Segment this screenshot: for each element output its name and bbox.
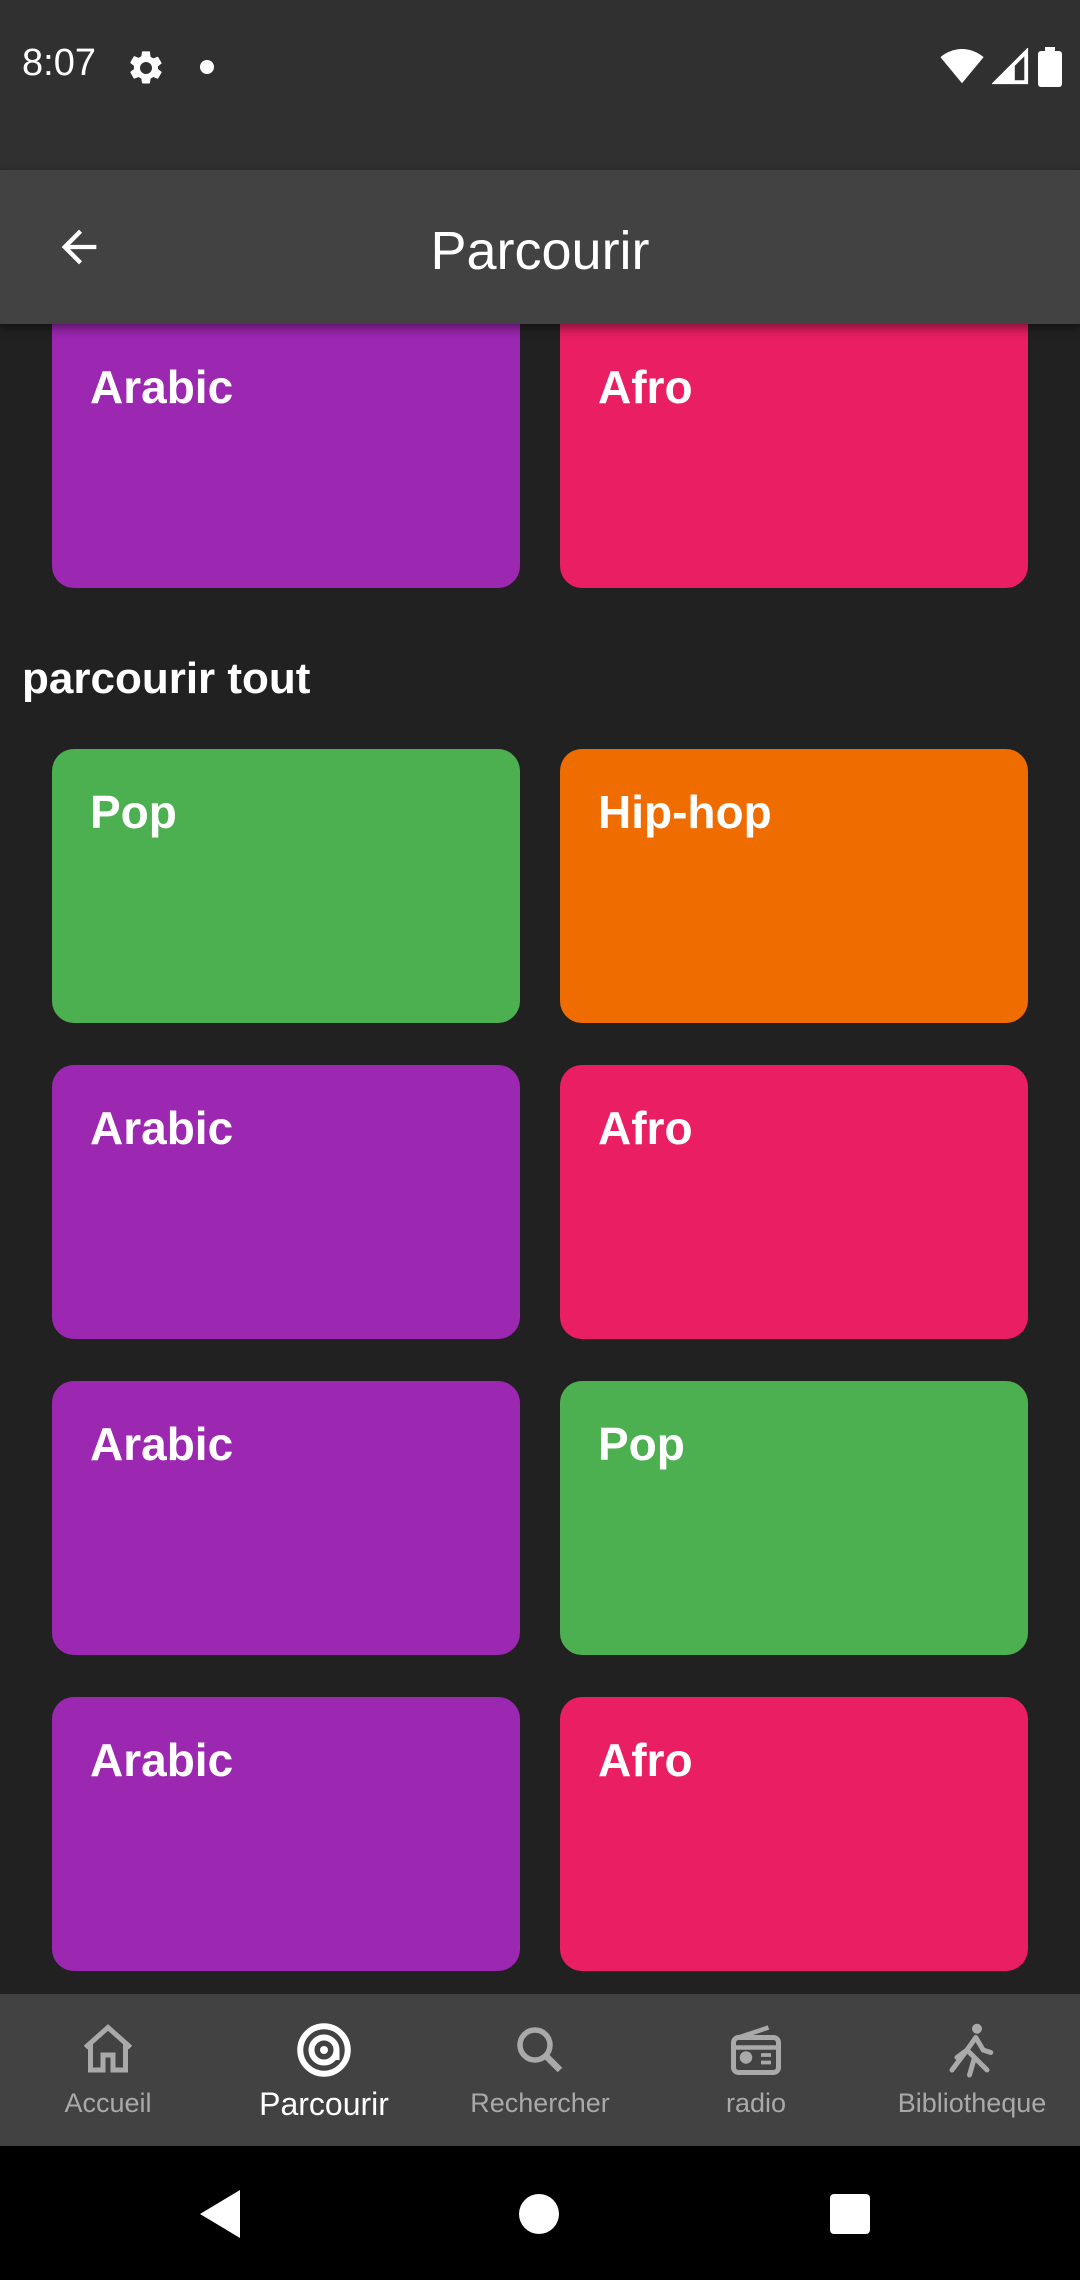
- nav-label: radio: [725, 2088, 787, 2118]
- genre-tile-label: Arabic: [90, 1102, 234, 1154]
- app-bar: Parcourir: [0, 170, 1080, 324]
- system-nav-bar: [0, 2146, 1080, 2280]
- library-icon: [949, 2023, 994, 2078]
- genre-tile-1[interactable]: Pop: [52, 749, 520, 1023]
- bottom-nav: Accueil Parcourir Rechercher radio Bibli…: [0, 1994, 1080, 2146]
- cell-signal-icon: [992, 48, 1029, 85]
- genre-tile-featured-1[interactable]: Arabic: [52, 324, 520, 588]
- wifi-icon: [940, 49, 984, 84]
- genre-tile-label: Pop: [90, 786, 177, 838]
- nav-item-parcourir[interactable]: Parcourir: [216, 1994, 432, 2146]
- genre-tile-label: Pop: [598, 1418, 685, 1470]
- genre-tile-8[interactable]: Afro: [560, 1697, 1028, 1971]
- page-title: Parcourir: [430, 221, 650, 281]
- genre-tile-label: Afro: [598, 1734, 693, 1786]
- nav-item-radio[interactable]: radio: [648, 1994, 864, 2146]
- nav-label: Bibliotheque: [897, 2088, 1047, 2118]
- nav-item-bibliotheque[interactable]: Bibliotheque: [864, 1994, 1080, 2146]
- home-icon: [83, 2024, 133, 2073]
- genre-tile-label: Hip-hop: [598, 786, 772, 838]
- nav-item-accueil[interactable]: Accueil: [0, 1994, 216, 2146]
- system-recents-icon[interactable]: [830, 2194, 870, 2234]
- status-time: 8:07: [22, 42, 96, 84]
- system-home-icon[interactable]: [519, 2194, 559, 2234]
- genre-tile-3[interactable]: Arabic: [52, 1065, 520, 1339]
- genre-tile-label: Arabic: [90, 1418, 234, 1470]
- genre-tile-4[interactable]: Afro: [560, 1065, 1028, 1339]
- browse-content[interactable]: Arabic Afro parcourir tout Pop Hip-hop A…: [0, 324, 1080, 1994]
- settings-icon: [130, 51, 162, 84]
- genre-tile-label: Arabic: [90, 361, 234, 413]
- genre-tile-6[interactable]: Pop: [560, 1381, 1028, 1655]
- browse-icon: [297, 2023, 351, 2077]
- genre-tile-7[interactable]: Arabic: [52, 1697, 520, 1971]
- system-back-icon[interactable]: [200, 2190, 244, 2238]
- radio-icon: [731, 2025, 781, 2075]
- genre-tile-label: Afro: [598, 1102, 693, 1154]
- nav-item-rechercher[interactable]: Rechercher: [432, 1994, 648, 2146]
- nav-label: Rechercher: [470, 2088, 610, 2118]
- genre-tile-5[interactable]: Arabic: [52, 1381, 520, 1655]
- genre-tile-label: Afro: [598, 361, 693, 413]
- genre-tile-label: Arabic: [90, 1734, 234, 1786]
- search-icon: [517, 2027, 563, 2073]
- notification-dot-icon: [200, 60, 214, 74]
- genre-tile-2[interactable]: Hip-hop: [560, 749, 1028, 1023]
- nav-label: Accueil: [64, 2088, 152, 2118]
- status-icons: [940, 46, 1062, 88]
- status-bar: 8:07: [0, 0, 1080, 170]
- section-title: parcourir tout: [22, 654, 311, 703]
- battery-icon: [1038, 47, 1062, 87]
- nav-label: Parcourir: [259, 2086, 389, 2122]
- genre-tile-featured-2[interactable]: Afro: [560, 324, 1028, 588]
